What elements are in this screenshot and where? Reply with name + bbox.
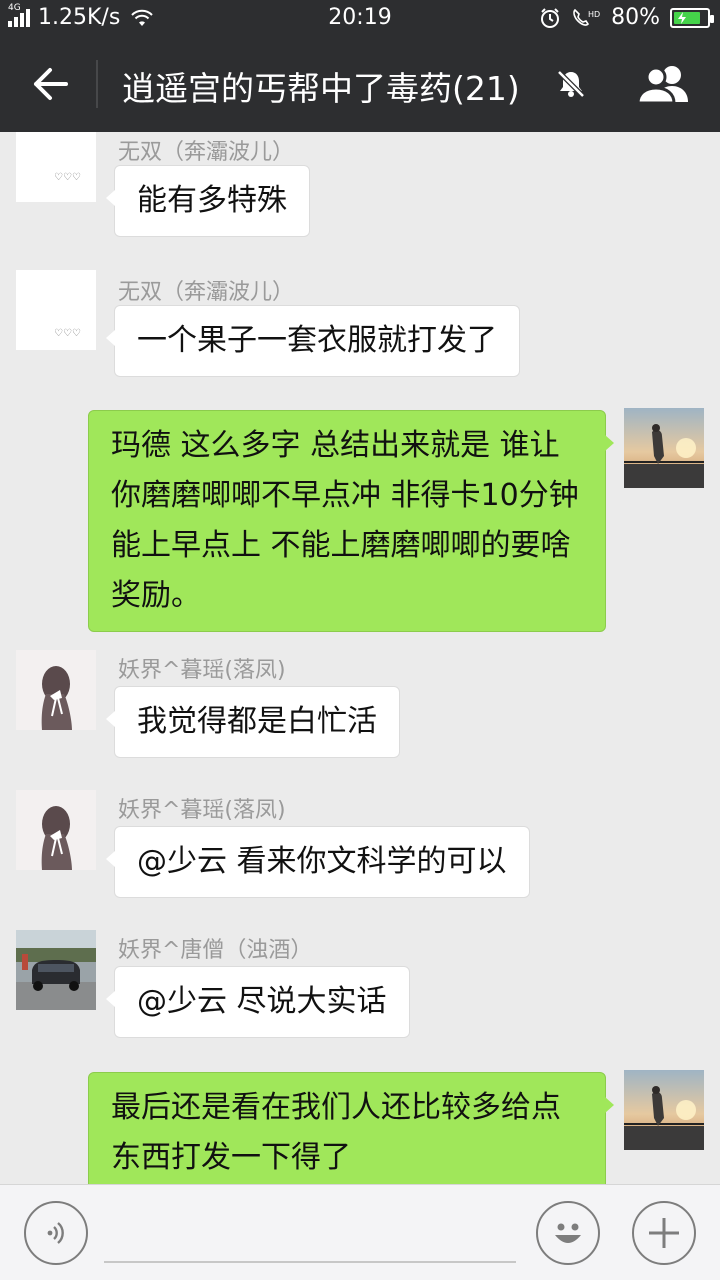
- sender-name: 妖界^暮瑶(落凤): [118, 658, 286, 683]
- input-bar: [0, 1184, 720, 1280]
- emoji-icon: [555, 1223, 581, 1243]
- sender-name: 无双（奔灞波儿）: [118, 140, 295, 165]
- sender-name: 妖界^暮瑶(落凤): [118, 798, 286, 823]
- voice-button[interactable]: [24, 1201, 88, 1265]
- status-bar: 4G 1.25K/s 20:19 HD 80%: [0, 0, 720, 36]
- more-button[interactable]: [632, 1201, 696, 1265]
- message-list[interactable]: ♡♡♡ 无双（奔灞波儿） 能有多特殊 ♡♡♡ 无双（奔灞波儿） 一个果子一套衣服…: [0, 132, 720, 1184]
- hd-call-icon: HD: [573, 8, 600, 26]
- battery-percent: 80%: [611, 5, 660, 30]
- message-bubble[interactable]: 能有多特殊: [106, 165, 310, 237]
- message-bubble[interactable]: 玛德 这么多字 总结出来就是 谁让你磨磨唧唧不早点冲 非得卡10分钟 能上早点上…: [88, 410, 614, 632]
- voice-icon: [47, 1222, 64, 1244]
- message-bubble[interactable]: @少云 尽说大实话: [106, 966, 410, 1038]
- emoji-button[interactable]: [536, 1201, 600, 1265]
- message-bubble[interactable]: 一个果子一套衣服就打发了: [106, 305, 520, 377]
- svg-text:HD: HD: [588, 10, 600, 19]
- back-arrow-icon[interactable]: [30, 66, 70, 102]
- sunset-avatar[interactable]: [624, 408, 704, 488]
- girl-avatar[interactable]: [16, 650, 96, 730]
- avatar-hearts: ♡♡♡: [54, 328, 81, 339]
- girl-avatar[interactable]: [16, 790, 96, 870]
- message-bubble[interactable]: @少云 看来你文科学的可以: [106, 826, 530, 898]
- chat-title: 逍遥宫的丐帮中了毒药(21): [122, 69, 520, 108]
- mute-bell-icon: [557, 70, 585, 98]
- avatar-hearts: ♡♡♡: [54, 172, 81, 183]
- sender-name: 妖界^唐僧（浊酒）: [118, 938, 313, 963]
- battery-icon: [670, 7, 714, 28]
- header-divider: [96, 60, 98, 108]
- message-bubble[interactable]: 最后还是看在我们人还比较多给点东西打发一下得了: [88, 1072, 614, 1184]
- sunset-avatar[interactable]: [624, 1070, 704, 1150]
- message-bubble[interactable]: 我觉得都是白忙活: [106, 686, 400, 758]
- alarm-icon: [541, 7, 560, 28]
- chat-header: 逍遥宫的丐帮中了毒药(21): [0, 36, 720, 132]
- plus-icon: [649, 1218, 679, 1248]
- hearts-avatar[interactable]: ♡♡♡: [16, 132, 96, 202]
- group-members-icon[interactable]: [636, 64, 692, 104]
- message-input[interactable]: [104, 1261, 516, 1263]
- sender-name: 无双（奔灞波儿）: [118, 280, 295, 305]
- car-avatar[interactable]: [16, 930, 96, 1010]
- hearts-avatar[interactable]: ♡♡♡: [16, 270, 96, 350]
